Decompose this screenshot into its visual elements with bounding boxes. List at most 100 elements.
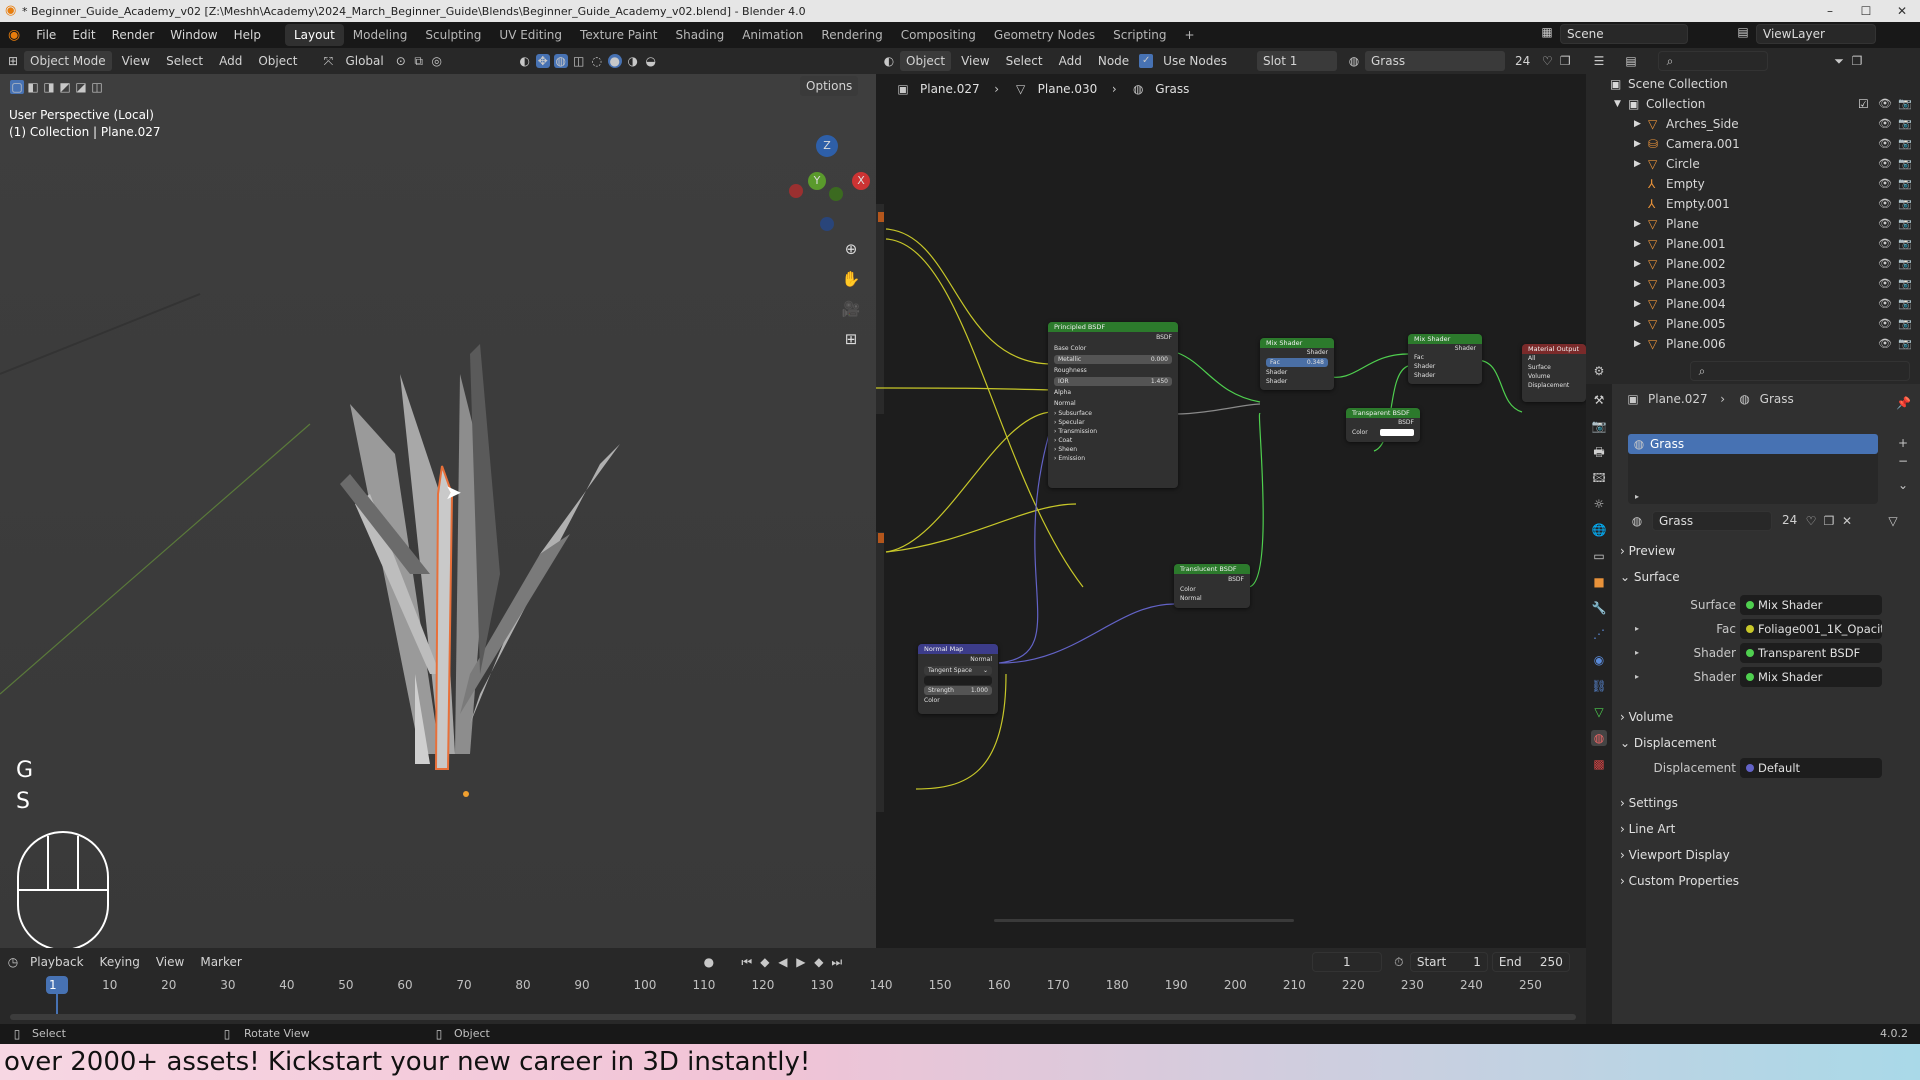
chevron-right-icon[interactable]: ▶ — [1634, 114, 1641, 134]
camera-icon[interactable]: 📷 — [1898, 214, 1912, 234]
view-layer-tab-icon[interactable]: 🖾 — [1591, 470, 1607, 486]
eye-icon[interactable]: 👁 — [1878, 314, 1892, 334]
section-settings[interactable]: › Settings — [1620, 792, 1678, 814]
section-custom-properties[interactable]: › Custom Properties — [1620, 870, 1739, 892]
eye-icon[interactable]: 👁 — [1878, 114, 1892, 134]
menu-help[interactable]: Help — [226, 28, 269, 42]
shader1-input-field[interactable]: Transparent BSDF — [1740, 643, 1882, 663]
outliner-item[interactable]: ▶ ⛁ Camera.001 👁 📷 — [1586, 134, 1920, 154]
tab-geometry-nodes[interactable]: Geometry Nodes — [985, 24, 1104, 46]
viewport-menu-select[interactable]: Select — [160, 51, 209, 71]
chevron-down-icon[interactable]: ▼ — [1614, 94, 1621, 114]
output-target[interactable]: All — [1522, 354, 1586, 363]
editor-type-icon[interactable]: ◐ — [882, 54, 896, 68]
snap-icon[interactable]: ⧉ — [412, 54, 426, 68]
outliner-item[interactable]: ▶ ▽ Plane.004 👁 📷 — [1586, 294, 1920, 314]
material-users-count[interactable]: 24 — [1782, 513, 1797, 527]
editor-type-icon[interactable]: ☰ — [1592, 54, 1606, 68]
scene-tab-icon[interactable]: ☼ — [1591, 496, 1607, 512]
play-icon[interactable]: ▶ — [794, 955, 808, 969]
section-volume[interactable]: › Volume — [1620, 706, 1673, 728]
shading-rendered-icon[interactable]: ◒ — [644, 54, 658, 68]
tab-scripting[interactable]: Scripting — [1104, 24, 1175, 46]
visibility-icon[interactable]: ◐ — [518, 54, 532, 68]
timeline-menu-marker[interactable]: Marker — [194, 952, 247, 972]
fake-user-icon[interactable]: ♡ — [1804, 514, 1818, 528]
eye-icon[interactable]: 👁 — [1878, 174, 1892, 194]
add-slot-icon[interactable]: + — [1896, 436, 1910, 450]
fac-slider[interactable]: Fac 0.348 — [1266, 358, 1328, 367]
camera-icon[interactable]: 📷 — [1898, 234, 1912, 254]
browse-data-icon[interactable]: ▽ — [1886, 514, 1900, 528]
pivot-icon[interactable]: ⊙ — [394, 54, 408, 68]
maximize-button[interactable]: ☐ — [1848, 0, 1884, 22]
add-workspace-button[interactable]: + — [1176, 24, 1204, 46]
panel-sheen[interactable]: › Sheen — [1048, 445, 1178, 454]
camera-icon[interactable]: 📷 — [1898, 294, 1912, 314]
clock-icon[interactable]: ⏱ — [1392, 955, 1406, 969]
outliner-item[interactable]: ▶ ▽ Plane.003 👁 📷 — [1586, 274, 1920, 294]
unlink-icon[interactable]: ✕ — [1840, 514, 1854, 528]
principled-bsdf-node[interactable]: Principled BSDF BSDF Base Color Metallic… — [1048, 322, 1178, 488]
display-mode-icon[interactable]: ▤ — [1624, 54, 1638, 68]
fac-input-field[interactable]: Foliage001_1K_Opacit... — [1740, 619, 1882, 639]
material-slot-list[interactable]: ◍ Grass — [1628, 434, 1878, 504]
ior-slider[interactable]: IOR 1.450 — [1054, 377, 1172, 386]
outliner-item[interactable]: ▶ ▽ Plane 👁 📷 — [1586, 214, 1920, 234]
fake-user-icon[interactable]: ♡ — [1540, 54, 1554, 68]
menu-window[interactable]: Window — [162, 28, 225, 42]
chevron-right-icon[interactable]: ▶ — [1634, 234, 1641, 254]
tab-sculpting[interactable]: Sculpting — [416, 24, 490, 46]
start-frame-field[interactable]: Start 1 — [1409, 952, 1488, 972]
editor-type-icon[interactable]: ⊞ — [6, 54, 20, 68]
tab-uv-editing[interactable]: UV Editing — [490, 24, 571, 46]
surface-shader-field[interactable]: Mix Shader — [1740, 595, 1882, 615]
transform-orientation-selector[interactable]: Global — [339, 51, 389, 71]
properties-editor[interactable]: ⚙ ⌕ ⚒ 📷 🖶 🖾 ☼ 🌐 ▭ ■ 🔧 ⋰ ◉ ⛓ ▽ ◍ ▩ ▣ Plan… — [1586, 358, 1920, 1048]
material-tab-icon[interactable]: ◍ — [1591, 730, 1607, 746]
editor-type-icon[interactable]: ◷ — [6, 955, 20, 969]
overlay-toggle-icon[interactable]: ◍ — [553, 54, 568, 68]
menu-render[interactable]: Render — [104, 28, 163, 42]
strength-slider[interactable]: Strength 1.000 — [924, 686, 992, 695]
tab-modeling[interactable]: Modeling — [344, 24, 417, 46]
normal-map-node[interactable]: Normal Map Normal Tangent Space ⌄ Strengt… — [918, 644, 998, 714]
camera-icon[interactable]: 📷 — [1898, 154, 1912, 174]
slot-selector[interactable]: Slot 1 — [1256, 51, 1337, 71]
menu-edit[interactable]: Edit — [64, 28, 103, 42]
chevron-right-icon[interactable]: ▶ — [1634, 214, 1641, 234]
section-displacement[interactable]: ⌄ Displacement — [1620, 732, 1716, 754]
chevron-right-icon[interactable]: ▶ — [1634, 294, 1641, 314]
section-viewport-display[interactable]: › Viewport Display — [1620, 844, 1730, 866]
eye-icon[interactable]: 👁 — [1878, 194, 1892, 214]
outliner-item[interactable]: ⅄ Empty.001 👁 📷 — [1586, 194, 1920, 214]
new-collection-icon[interactable]: ❐ — [1850, 54, 1864, 68]
current-frame-field[interactable]: 1 — [1311, 952, 1382, 972]
timeline-menu-playback[interactable]: Playback — [24, 952, 90, 972]
eye-icon[interactable]: 👁 — [1878, 274, 1892, 294]
collection-tab-icon[interactable]: ▭ — [1591, 548, 1607, 564]
camera-icon[interactable]: 📷 — [1898, 334, 1912, 354]
camera-view-icon[interactable]: 🎥 — [838, 296, 864, 322]
expand-icon[interactable]: ▸ — [1630, 490, 1644, 504]
camera-icon[interactable]: 📷 — [1898, 254, 1912, 274]
chevron-right-icon[interactable]: ▶ — [1634, 274, 1641, 294]
material-users-count[interactable]: 24 — [1509, 51, 1536, 71]
gizmo-neg-x[interactable] — [789, 184, 803, 198]
close-window-button[interactable]: ✕ — [1884, 0, 1920, 22]
viewport-menu-object[interactable]: Object — [252, 51, 303, 71]
mix-shader-node-2[interactable]: Mix Shader Shader Fac Shader Shader — [1408, 334, 1482, 384]
transparent-bsdf-node[interactable]: Transparent BSDF BSDF Color — [1346, 408, 1420, 442]
outliner-item[interactable]: ▶ ▽ Plane.005 👁 📷 — [1586, 314, 1920, 334]
particles-tab-icon[interactable]: ⋰ — [1591, 626, 1607, 642]
object-tab-icon[interactable]: ■ — [1591, 574, 1607, 590]
tab-rendering[interactable]: Rendering — [812, 24, 891, 46]
3d-viewport[interactable]: ⊞ Object Mode View Select Add Object ⤧ G… — [0, 48, 876, 948]
gizmo-neg-y[interactable] — [829, 187, 843, 201]
viewport-menu-add[interactable]: Add — [213, 51, 248, 71]
space-selector[interactable]: Tangent Space ⌄ — [924, 666, 992, 675]
properties-search-input[interactable]: ⌕ — [1690, 361, 1910, 381]
outliner[interactable]: ☰ ▤ ⌕ ⏷ ❐ ▣ Scene Collection ▼ ▣ Collect… — [1586, 48, 1920, 371]
eye-icon[interactable]: 👁 — [1878, 234, 1892, 254]
camera-icon[interactable]: 📷 — [1898, 94, 1912, 114]
